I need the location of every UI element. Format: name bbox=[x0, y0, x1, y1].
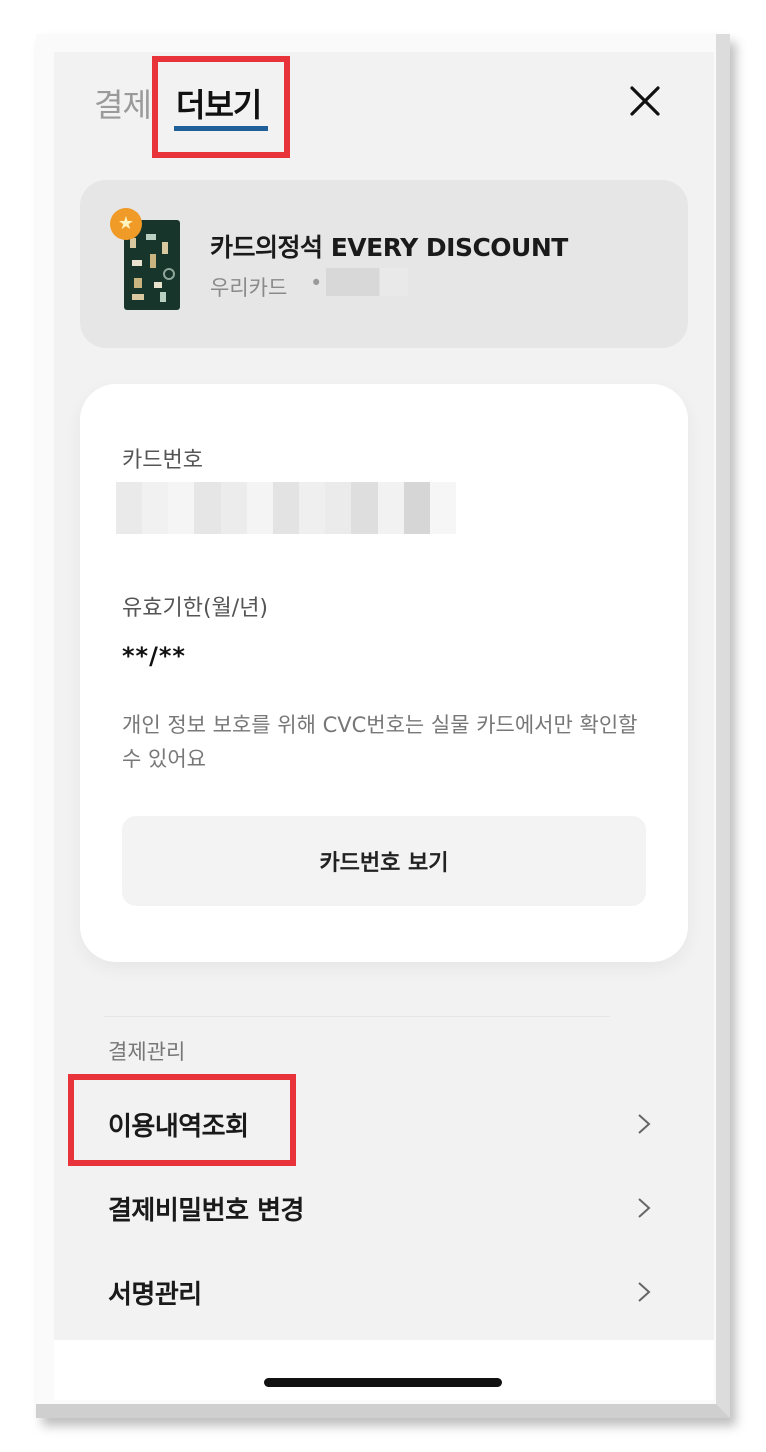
card-detail-panel: 카드번호 유효기한(월/년) **/** 개인 정보 보호를 위해 CVC번호는… bbox=[80, 384, 688, 962]
card-number-masked bbox=[116, 482, 457, 534]
separator-dot: • bbox=[310, 271, 323, 295]
section-divider bbox=[104, 1016, 610, 1017]
expiry-value: **/** bbox=[122, 642, 186, 670]
chevron-right-icon bbox=[638, 1282, 651, 1302]
chevron-right-icon bbox=[638, 1198, 651, 1218]
card-summary[interactable]: ★ 카드의정석 EVERY DISCOUNT 우리카드 • bbox=[80, 180, 688, 348]
highlight-box-more-tab bbox=[152, 56, 290, 158]
cvc-notice: 개인 정보 보호를 위해 CVC번호는 실물 카드에서만 확인할 수 있어요 bbox=[122, 713, 638, 771]
bottom-bar bbox=[54, 1340, 714, 1400]
chevron-right-icon bbox=[638, 1114, 651, 1134]
menu-item-label: 서명관리 bbox=[108, 1280, 202, 1310]
menu-item-label: 결제비밀번호 변경 bbox=[108, 1196, 304, 1226]
menu-item-signature-management[interactable]: 서명관리 bbox=[54, 1252, 714, 1332]
close-icon[interactable] bbox=[628, 84, 662, 118]
app-screen: 결제 더보기 ★ 카드의정석 EVERY DISCOUNT 우리카드 • 카드번… bbox=[54, 52, 714, 1400]
card-number-label: 카드번호 bbox=[122, 448, 203, 473]
card-name: 카드의정석 EVERY DISCOUNT bbox=[210, 233, 568, 262]
section-title-payment-management: 결제관리 bbox=[108, 1040, 186, 1064]
card-issuer: 우리카드 bbox=[210, 276, 288, 300]
highlight-box-usage-history bbox=[68, 1074, 296, 1166]
menu-item-change-payment-password[interactable]: 결제비밀번호 변경 bbox=[54, 1168, 714, 1248]
home-indicator[interactable] bbox=[264, 1378, 502, 1387]
show-card-number-button[interactable]: 카드번호 보기 bbox=[122, 816, 646, 906]
star-icon: ★ bbox=[110, 208, 142, 240]
tab-payment[interactable]: 결제 bbox=[94, 80, 152, 126]
masked-card-suffix bbox=[326, 268, 408, 296]
expiry-label: 유효기한(월/년) bbox=[122, 596, 269, 621]
